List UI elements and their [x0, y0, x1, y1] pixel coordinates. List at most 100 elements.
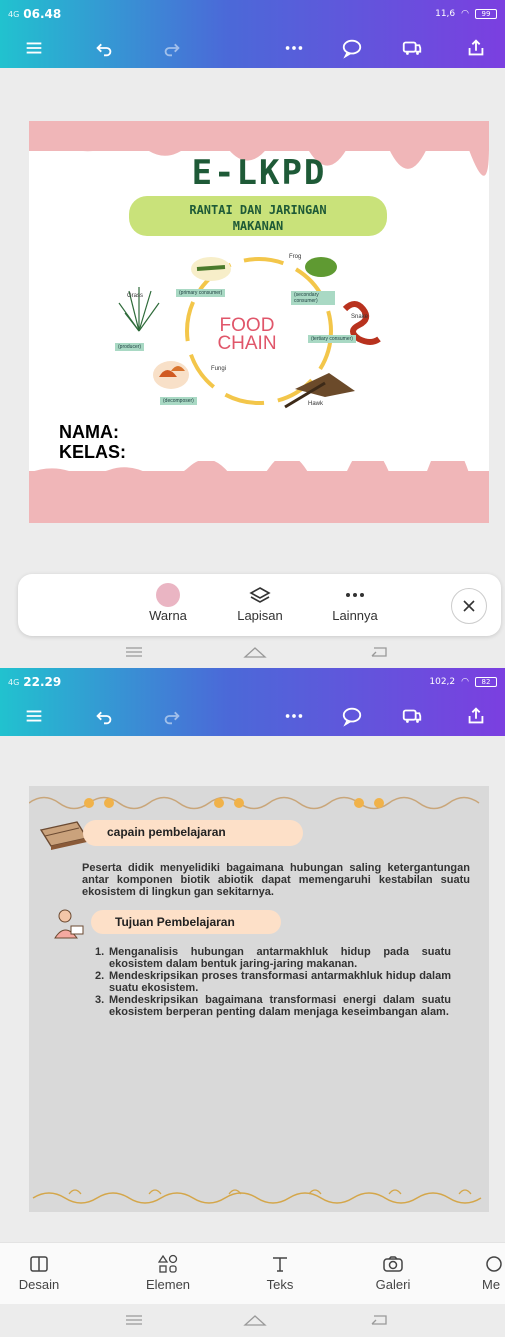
element-options-sheet: Warna Lapisan Lainnya — [18, 574, 501, 636]
system-nav-bar — [0, 1304, 505, 1336]
tab-more[interactable]: Me — [482, 1251, 505, 1292]
label-grass: Grass — [127, 293, 144, 299]
present-icon[interactable] — [400, 36, 424, 60]
tab-elemen[interactable]: Elemen — [138, 1251, 198, 1292]
wifi-icon: ◠ — [461, 677, 469, 687]
layers-icon — [249, 587, 271, 603]
status-time: 22.29 — [23, 675, 62, 689]
undo-icon[interactable] — [92, 36, 116, 60]
comment-icon[interactable] — [340, 36, 364, 60]
section-capaian-text: Peserta didik menyelidiki bagaimana hubu… — [82, 862, 470, 898]
status-speed: 102,2 — [429, 677, 456, 687]
menu-icon[interactable] — [22, 704, 46, 728]
redo-icon[interactable] — [160, 704, 184, 728]
label-hawk: Hawk — [308, 401, 324, 407]
redo-icon[interactable] — [160, 36, 184, 60]
screenshot-2: 4G 22.29 102,2 ◠ 82 capain pembelajaran … — [0, 668, 505, 1337]
camera-icon — [383, 1256, 403, 1272]
close-icon — [463, 600, 475, 612]
color-label: Warna — [149, 608, 187, 623]
section-tujuan-title: Tujuan Pembelajaran — [91, 910, 281, 934]
signal-indicator: 4G — [8, 677, 20, 687]
label-fungi: Fungi — [211, 366, 227, 372]
tab-teks-label: Teks — [266, 1277, 294, 1292]
objective-number: 1. — [95, 946, 105, 958]
share-icon[interactable] — [464, 36, 488, 60]
subtitle-pill: RANTAI DAN JARINGAN MAKANAN — [129, 196, 387, 236]
nama-label: NAMA: — [59, 422, 119, 442]
tab-galeri-label: Galeri — [375, 1277, 411, 1292]
kelas-label: KELAS: — [59, 442, 126, 462]
section-capaian-title: capain pembelajaran — [83, 820, 303, 846]
design-page[interactable]: capain pembelajaran Peserta didik menyel… — [29, 786, 489, 1212]
chip-producer: (producer) — [115, 343, 145, 351]
food-chain-line2: CHAIN — [217, 333, 277, 354]
undo-icon[interactable] — [92, 704, 116, 728]
close-button[interactable] — [451, 588, 487, 624]
chip-primary: (primary consumer) — [176, 289, 226, 297]
status-right: 11,6 ◠ 99 — [435, 9, 497, 19]
tab-desain-label: Desain — [18, 1277, 60, 1292]
back-icon[interactable] — [366, 1310, 394, 1330]
tab-more-label: Me — [482, 1277, 501, 1292]
menu-icon[interactable] — [22, 36, 46, 60]
chip-decomposer: (decomposer) — [160, 397, 197, 405]
layer-option[interactable]: Lapisan — [225, 582, 295, 623]
subtitle-line1: RANTAI DAN JARINGAN — [189, 203, 327, 217]
tab-elemen-label: Elemen — [145, 1277, 191, 1292]
objective-number: 3. — [95, 994, 105, 1006]
more-option[interactable]: Lainnya — [320, 582, 390, 623]
food-chain-text: FOOD CHAIN — [207, 316, 287, 354]
elements-icon — [158, 1254, 178, 1273]
present-icon[interactable] — [400, 704, 424, 728]
tab-desain[interactable]: Desain — [14, 1251, 64, 1292]
editor-toolbar — [0, 28, 505, 68]
status-right: 102,2 ◠ 82 — [429, 677, 497, 687]
tab-galeri[interactable]: Galeri — [368, 1251, 418, 1292]
screenshot-1: 4G 06.48 11,6 ◠ 99 E-LKPD RANTAI DAN JAR… — [0, 0, 505, 668]
objective-text: Mendeskripsikan bagaimana transformasi e… — [109, 994, 451, 1018]
more-tab-icon — [486, 1256, 502, 1272]
torn-paper-top — [29, 121, 489, 176]
editor-toolbar — [0, 696, 505, 736]
label-frog: Frog — [289, 254, 302, 260]
battery-icon: 99 — [475, 9, 497, 19]
objectives-list: 1. Menganalisis hubungan antarmakhluk hi… — [95, 946, 451, 1018]
layer-label: Lapisan — [237, 608, 283, 623]
battery-icon: 82 — [475, 677, 497, 687]
share-icon[interactable] — [464, 704, 488, 728]
home-icon[interactable] — [241, 1310, 269, 1330]
text-icon — [273, 1257, 287, 1272]
more-dots-icon — [346, 593, 364, 597]
signal-indicator: 4G — [8, 9, 20, 19]
objective-text: Mendeskripsikan proses transformasi anta… — [109, 970, 451, 994]
more-icon[interactable] — [282, 704, 306, 728]
status-speed: 11,6 — [435, 9, 456, 19]
torn-paper-bottom — [29, 461, 489, 523]
design-icon — [30, 1256, 48, 1272]
status-bar: 4G 22.29 102,2 ◠ 82 — [0, 668, 505, 696]
ornament-bottom — [32, 1189, 482, 1204]
ornament-top — [29, 796, 480, 810]
tab-teks[interactable]: Teks — [260, 1251, 300, 1292]
objective-item: 1. Menganalisis hubungan antarmakhluk hi… — [95, 946, 451, 970]
color-option[interactable]: Warna — [138, 582, 198, 623]
subtitle-line2: MAKANAN — [232, 219, 284, 233]
more-icon[interactable] — [282, 36, 306, 60]
more-label: Lainnya — [332, 608, 378, 623]
system-nav-bar — [0, 636, 505, 668]
back-icon[interactable] — [366, 642, 394, 662]
objective-item: 3. Mendeskripsikan bagaimana transformas… — [95, 994, 451, 1018]
recent-apps-icon[interactable] — [120, 1310, 148, 1330]
bottom-tab-bar: Desain Elemen Teks Galeri Me — [0, 1242, 505, 1304]
chip-secondary: (secondary consumer) — [291, 291, 335, 305]
comment-icon[interactable] — [340, 704, 364, 728]
recent-apps-icon[interactable] — [120, 642, 148, 662]
status-time: 06.48 — [23, 7, 62, 21]
color-swatch-icon — [156, 583, 180, 607]
home-icon[interactable] — [241, 642, 269, 662]
design-page[interactable]: E-LKPD RANTAI DAN JARINGAN MAKANAN Frog … — [29, 121, 489, 523]
objective-item: 2. Mendeskripsikan proses transformasi a… — [95, 970, 451, 994]
status-bar: 4G 06.48 11,6 ◠ 99 — [0, 0, 505, 28]
wifi-icon: ◠ — [461, 9, 469, 19]
